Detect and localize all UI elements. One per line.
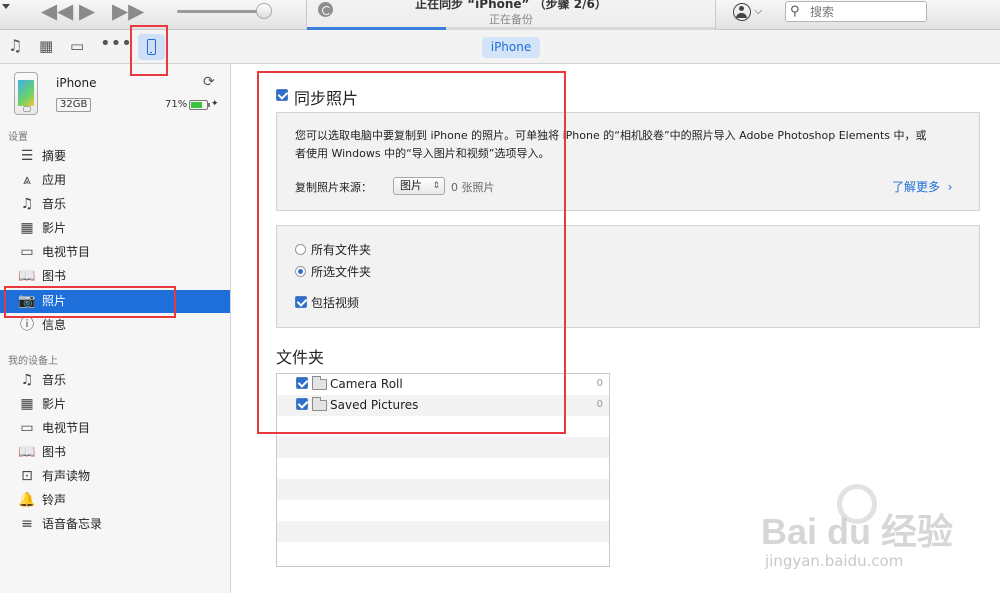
volume-knob[interactable] [256,3,272,19]
next-track-icon[interactable]: ▶▶ [112,1,144,22]
music-icon: ♫ [20,372,34,388]
film-icon: ▦ [20,220,34,236]
tv-icon[interactable]: ▭ [70,36,84,56]
annotation-box-device [130,25,168,76]
sidebar-item-books[interactable]: 📖 图书 [0,265,230,288]
chevron-down-icon: ⌵ [754,4,763,17]
empty-row [277,479,609,500]
sidebar-item-movies[interactable]: ▦ 影片 [0,217,230,240]
volume-slider[interactable] [177,10,265,13]
sidebar-item-label: 有声读物 [42,469,91,483]
annotation-box-photos [4,286,176,318]
sidebar-item-label: 影片 [42,397,67,411]
search-icon: ⚲ [790,4,800,19]
sidebar-item-label: 音乐 [42,197,67,211]
sidebar-item-label: 应用 [42,173,67,187]
sidebar-item-label: 图书 [42,445,67,459]
search-box[interactable]: ⚲ [785,1,927,22]
bell-icon: 🔔 [18,492,36,508]
sidebar-item-label: 电视节目 [42,421,91,435]
status-display: 正在同步 “iPhone” （步骤 2/6） 正在备份 [306,0,716,30]
sidebar-item-label: 影片 [42,221,67,235]
user-icon [733,3,751,21]
play-icon[interactable]: ▶ [79,1,95,22]
summary-icon: ☰ [20,148,34,164]
sidebar-item-device-audiobooks[interactable]: ⊡ 有声读物 [0,465,230,488]
on-device-header: 我的设备上 [8,356,58,367]
empty-row [277,500,609,521]
book-icon: 📖 [18,444,36,460]
sidebar-item-label: 图书 [42,269,67,283]
tab-iphone[interactable]: iPhone [482,37,540,58]
sidebar-item-apps[interactable]: ⩓ 应用 [0,169,230,192]
search-input[interactable] [810,3,922,20]
sidebar-item-label: 音乐 [42,373,67,387]
apps-icon: ⩓ [23,172,31,188]
battery-percent: 71% [165,99,188,110]
menu-icon[interactable] [0,0,14,14]
sidebar-item-label: 电视节目 [42,245,91,259]
sidebar-item-music[interactable]: ♫ 音乐 [0,193,230,216]
sidebar-item-device-ringtones[interactable]: 🔔 铃声 [0,489,230,512]
chevron-right-icon: › [943,180,953,194]
tv-icon: ▭ [20,420,34,436]
learn-more-link[interactable]: 了解更多 › [892,178,952,195]
sidebar-item-label: 铃声 [42,493,67,507]
film-icon: ▦ [20,396,34,412]
music-icon: ♫ [20,196,34,212]
empty-row [277,521,609,542]
battery-level [191,102,202,108]
charging-icon: ✦ [211,99,219,109]
battery-icon [189,100,210,110]
sidebar-item-device-books[interactable]: 📖 图书 [0,441,230,464]
sidebar-item-device-music[interactable]: ♫ 音乐 [0,369,230,392]
film-icon[interactable]: ▦ [39,36,53,56]
more-icon[interactable]: ••• [100,34,132,54]
sidebar-item-label: 摘要 [42,149,67,163]
learn-more-label: 了解更多 [892,180,941,194]
account-button[interactable]: ⌵ [733,3,765,21]
sync-icon[interactable]: ⟳ [203,74,215,90]
settings-header: 设置 [8,132,28,143]
capacity-badge: 32GB [56,98,92,112]
previous-track-icon[interactable]: ◀◀ [41,1,73,22]
sidebar-item-label: 语音备忘录 [42,517,103,531]
device-name: iPhone [56,76,97,90]
empty-row [277,542,609,563]
sidebar-item-summary[interactable]: ☰ 摘要 [0,145,230,168]
tv-icon: ▭ [20,244,34,260]
sidebar-item-device-movies[interactable]: ▦ 影片 [0,393,230,416]
empty-row [277,458,609,479]
book-icon: 📖 [18,268,36,284]
voice-memo-icon: ≡ [21,516,33,532]
sidebar-item-device-voice-memos[interactable]: ≡ 语音备忘录 [0,513,230,536]
sidebar: iPhone ⟳ 32GB 71% ✦ 设置 ☰ 摘要 ⩓ 应用 ♫ 音乐 ▦ … [0,64,231,593]
audiobook-icon: ⊡ [21,468,33,484]
folder-count: 0 [596,399,603,410]
device-image [14,72,38,115]
sidebar-item-tv[interactable]: ▭ 电视节目 [0,241,230,264]
sidebar-item-device-tv[interactable]: ▭ 电视节目 [0,417,230,440]
empty-row [277,437,609,458]
sync-subtitle: 正在备份 [489,13,533,26]
annotation-box-sync-settings [257,71,566,434]
folder-count: 0 [596,378,603,389]
music-icon[interactable]: ♫ [8,36,22,56]
